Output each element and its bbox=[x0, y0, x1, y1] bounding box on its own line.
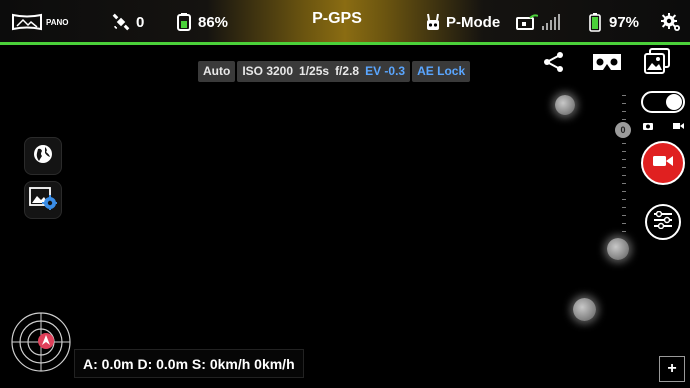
gimbal-slider-handle[interactable]: 0 bbox=[615, 122, 631, 138]
gimbal-slider[interactable] bbox=[622, 95, 626, 235]
gear-icon bbox=[661, 12, 681, 32]
exposure-mode[interactable]: Auto bbox=[198, 61, 236, 82]
slider-tick bbox=[622, 103, 626, 104]
controller-battery[interactable]: 86% bbox=[176, 11, 228, 33]
slider-tick bbox=[622, 143, 626, 144]
slider-tick bbox=[622, 223, 626, 224]
expand-button[interactable]: + bbox=[659, 356, 685, 382]
signal-strength[interactable] bbox=[516, 11, 560, 33]
slider-tick bbox=[622, 207, 626, 208]
ae-lock-button[interactable]: AE Lock bbox=[412, 61, 471, 82]
slider-tick bbox=[622, 183, 626, 184]
signal-bars-icon bbox=[542, 13, 560, 31]
toggle-knob bbox=[666, 94, 682, 110]
aircraft-battery[interactable]: 97% bbox=[589, 11, 639, 33]
slider-tick bbox=[622, 119, 626, 120]
slider-tick bbox=[622, 215, 626, 216]
camera-icon bbox=[643, 117, 653, 135]
share-button[interactable] bbox=[543, 51, 565, 78]
satellite-icon bbox=[112, 13, 130, 31]
vr-headset-button[interactable] bbox=[591, 51, 623, 78]
slider-tick bbox=[622, 199, 626, 200]
light-orb bbox=[607, 238, 629, 260]
controller-battery-value: 86% bbox=[198, 13, 229, 31]
flight-telemetry: A: 0.0m D: 0.0m S: 0km/h 0km/h bbox=[74, 349, 304, 378]
video-link-icon bbox=[516, 13, 538, 31]
slider-tick bbox=[622, 175, 626, 176]
general-settings-button[interactable] bbox=[661, 11, 681, 33]
camera-parameters-bar[interactable]: Auto ISO 3200 1/25s f/2.8 EV -0.3 AE Loc… bbox=[198, 61, 471, 82]
shutter-value: 1/25s bbox=[299, 64, 330, 78]
light-orb bbox=[555, 95, 575, 115]
sliders-icon bbox=[653, 210, 673, 234]
ev-value: EV -0.3 bbox=[365, 64, 406, 78]
radar-icon bbox=[11, 312, 71, 372]
photo-video-toggle[interactable] bbox=[641, 91, 685, 113]
panorama-icon bbox=[12, 13, 42, 31]
video-camera-icon bbox=[653, 154, 673, 173]
image-settings-icon bbox=[29, 186, 58, 215]
satellite-count: 0 bbox=[136, 13, 145, 31]
slider-tick bbox=[622, 167, 626, 168]
iso-value: ISO 3200 bbox=[242, 64, 294, 78]
map-view-button[interactable] bbox=[24, 137, 62, 175]
aperture-value: f/2.8 bbox=[335, 64, 360, 78]
slider-tick bbox=[622, 231, 626, 232]
slider-tick bbox=[622, 191, 626, 192]
pano-mode-button[interactable]: PANO bbox=[12, 11, 69, 33]
slider-tick bbox=[622, 151, 626, 152]
slider-tick bbox=[622, 95, 626, 96]
light-orb bbox=[573, 298, 596, 321]
rc-mode[interactable]: P-Mode bbox=[424, 11, 500, 33]
pano-label: PANO bbox=[46, 17, 69, 27]
controller-battery-icon bbox=[176, 12, 192, 32]
slider-tick bbox=[622, 111, 626, 112]
record-button[interactable] bbox=[641, 141, 685, 185]
rc-mode-label: P-Mode bbox=[446, 13, 501, 31]
gps-satellites[interactable]: 0 bbox=[112, 11, 144, 33]
status-divider bbox=[0, 42, 690, 45]
gallery-button[interactable] bbox=[643, 47, 671, 80]
aircraft-battery-value: 97% bbox=[609, 13, 640, 31]
camera-settings-button[interactable] bbox=[645, 204, 681, 240]
video-icon bbox=[673, 117, 684, 135]
gallery-icon bbox=[643, 48, 671, 79]
slider-tick bbox=[622, 159, 626, 160]
globe-icon bbox=[33, 144, 53, 169]
exposure-values[interactable]: ISO 3200 1/25s f/2.8 EV -0.3 bbox=[237, 61, 411, 82]
share-icon bbox=[543, 52, 565, 77]
image-settings-button[interactable] bbox=[24, 181, 62, 219]
flight-mode[interactable]: P-GPS bbox=[300, 10, 374, 28]
remote-controller-icon bbox=[424, 12, 442, 32]
radar-widget[interactable] bbox=[10, 311, 72, 373]
aircraft-battery-icon bbox=[589, 12, 601, 32]
vr-headset-icon bbox=[591, 54, 623, 77]
